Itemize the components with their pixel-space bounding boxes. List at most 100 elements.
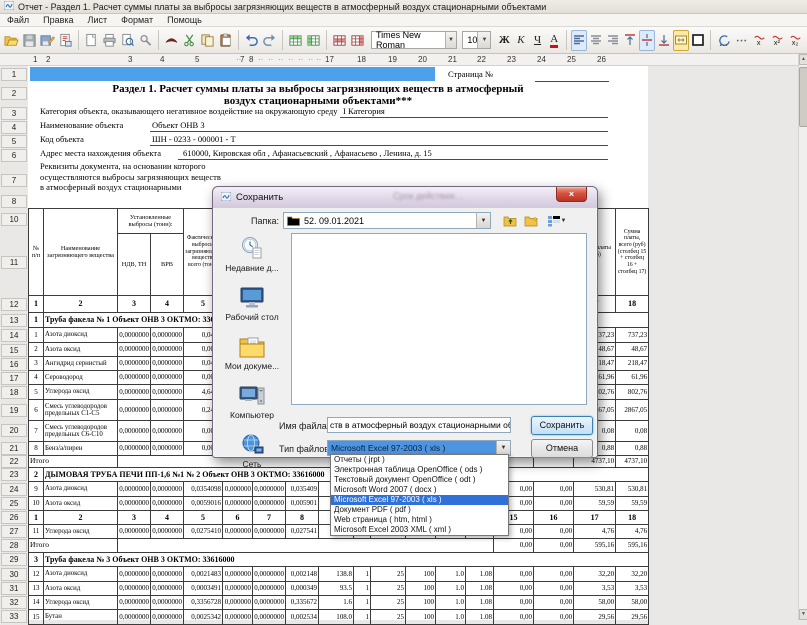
row-number[interactable]: 15: [1, 344, 27, 357]
save-icon[interactable]: [21, 30, 38, 51]
format-number-icon[interactable]: [715, 30, 732, 51]
cut-icon[interactable]: [181, 30, 198, 51]
new-folder-icon[interactable]: [522, 212, 541, 230]
menu-item-4[interactable]: Помощь: [160, 15, 209, 25]
row-number[interactable]: 21: [1, 442, 27, 455]
scroll-up-icon[interactable]: ▲: [799, 54, 807, 65]
menu-item-1[interactable]: Правка: [36, 15, 80, 25]
insert-column-icon[interactable]: [305, 30, 322, 51]
merge-cells-icon[interactable]: [673, 30, 689, 51]
scroll-down-icon[interactable]: ▼: [799, 609, 807, 620]
row-number[interactable]: 31: [1, 582, 27, 595]
row-number[interactable]: 19: [1, 404, 27, 417]
file-type-option[interactable]: Microsoft Word 2007 ( docx ): [331, 485, 508, 495]
up-one-level-icon[interactable]: [501, 212, 520, 230]
dialog-title-bar[interactable]: Сохранить Срок действия… ×: [213, 187, 597, 208]
file-type-option[interactable]: Microsoft Excel 97-2003 ( xls ): [331, 495, 508, 505]
place-recent[interactable]: Недавние д...: [220, 235, 284, 273]
borders-icon[interactable]: [690, 30, 706, 51]
valign-middle-icon[interactable]: [639, 30, 655, 51]
valign-bottom-icon[interactable]: [656, 30, 672, 51]
italic-button[interactable]: К: [513, 30, 529, 51]
row-number[interactable]: 32: [1, 596, 27, 609]
row-number[interactable]: 26: [1, 511, 27, 524]
view-menu-icon[interactable]: ▼: [543, 212, 570, 230]
delete-column-icon[interactable]: [349, 30, 366, 51]
chevron-down-icon[interactable]: ▼: [476, 213, 490, 228]
paste-icon[interactable]: [217, 30, 234, 51]
underline-button[interactable]: Ч: [530, 30, 546, 51]
row-number[interactable]: 28: [1, 539, 27, 552]
chevron-down-icon[interactable]: ▼: [496, 441, 510, 455]
bold-button[interactable]: Ж: [496, 30, 512, 51]
font-size-select[interactable]: 10 ▼: [462, 31, 491, 49]
copy-icon[interactable]: [199, 30, 216, 51]
page-setup-icon[interactable]: [83, 30, 100, 51]
format-clear-icon-3[interactable]: x₂: [787, 30, 804, 51]
row-number[interactable]: 18: [1, 386, 27, 399]
menu-item-3[interactable]: Формат: [114, 15, 160, 25]
file-type-option[interactable]: Документ PDF ( pdf ): [331, 505, 508, 515]
row-number[interactable]: 2: [1, 87, 27, 100]
row-number[interactable]: 5: [1, 135, 27, 148]
menu-item-0[interactable]: Файл: [0, 15, 36, 25]
row-number[interactable]: 3: [1, 107, 27, 120]
font-select[interactable]: Times New Roman ▼: [371, 31, 457, 49]
row-number[interactable]: 10: [1, 213, 27, 226]
filename-input[interactable]: ств в атмосферный воздух стационарными о…: [327, 417, 511, 433]
delete-row-icon[interactable]: [331, 30, 348, 51]
row-number[interactable]: 7: [1, 174, 27, 187]
row-number[interactable]: 1: [1, 68, 27, 81]
place-desktop[interactable]: Рабочий стол: [220, 286, 284, 322]
insert-row-icon[interactable]: [287, 30, 304, 51]
cancel-button[interactable]: Отмена: [531, 439, 593, 458]
row-number[interactable]: 25: [1, 497, 27, 510]
row-number[interactable]: 13: [1, 314, 27, 327]
format-clear-icon-2[interactable]: x²: [769, 30, 786, 51]
print-preview-icon[interactable]: [119, 30, 136, 51]
file-list[interactable]: [291, 233, 587, 405]
selected-cell-highlight[interactable]: [30, 67, 435, 81]
row-number[interactable]: 22: [1, 455, 27, 468]
align-right-icon[interactable]: [605, 30, 621, 51]
print-icon[interactable]: [101, 30, 118, 51]
row-number[interactable]: 29: [1, 553, 27, 566]
place-documents[interactable]: Мои докуме...: [220, 335, 284, 371]
open-icon[interactable]: [3, 30, 20, 51]
row-number[interactable]: 17: [1, 372, 27, 385]
align-center-icon[interactable]: [588, 30, 604, 51]
row-number[interactable]: 8: [1, 195, 27, 208]
format-decimals-icon[interactable]: [733, 30, 750, 51]
place-computer[interactable]: Компьютер: [220, 384, 284, 420]
file-type-option[interactable]: Microsoft Excel 2003 XML ( xml ): [331, 525, 508, 535]
save-as-icon[interactable]: [39, 30, 56, 51]
row-number[interactable]: 4: [1, 121, 27, 134]
row-number[interactable]: 14: [1, 329, 27, 342]
row-number[interactable]: 20: [1, 424, 27, 437]
hat-icon[interactable]: [163, 30, 180, 51]
scrollbar-thumb[interactable]: [799, 67, 807, 127]
row-number[interactable]: 30: [1, 568, 27, 581]
row-number[interactable]: 11: [1, 256, 27, 269]
undo-icon[interactable]: [243, 30, 260, 51]
close-icon[interactable]: ×: [556, 187, 587, 202]
file-type-option[interactable]: Электронная таблица OpenOffice ( ods ): [331, 465, 508, 475]
valign-top-icon[interactable]: [622, 30, 638, 51]
row-number[interactable]: 27: [1, 525, 27, 538]
row-number[interactable]: 23: [1, 468, 27, 481]
file-type-option[interactable]: Текстовый документ OpenOffice ( odt ): [331, 475, 508, 485]
place-network[interactable]: Сеть: [220, 433, 284, 469]
folder-select[interactable]: 52. 09.01.2021 ▼: [283, 212, 491, 229]
align-left-icon[interactable]: [571, 30, 587, 51]
export-report-icon[interactable]: [57, 30, 74, 51]
file-type-option[interactable]: Отчеты ( jrpt ): [331, 455, 508, 465]
format-clear-icon-1[interactable]: x: [751, 30, 768, 51]
row-number[interactable]: 12: [1, 298, 27, 311]
vertical-scrollbar[interactable]: ▲ ▼: [798, 54, 807, 620]
font-color-button[interactable]: А: [546, 30, 562, 51]
menu-item-2[interactable]: Лист: [81, 15, 115, 25]
search-icon[interactable]: [137, 30, 154, 51]
row-number[interactable]: 16: [1, 358, 27, 371]
row-number[interactable]: 24: [1, 483, 27, 496]
row-number[interactable]: 33: [1, 610, 27, 623]
